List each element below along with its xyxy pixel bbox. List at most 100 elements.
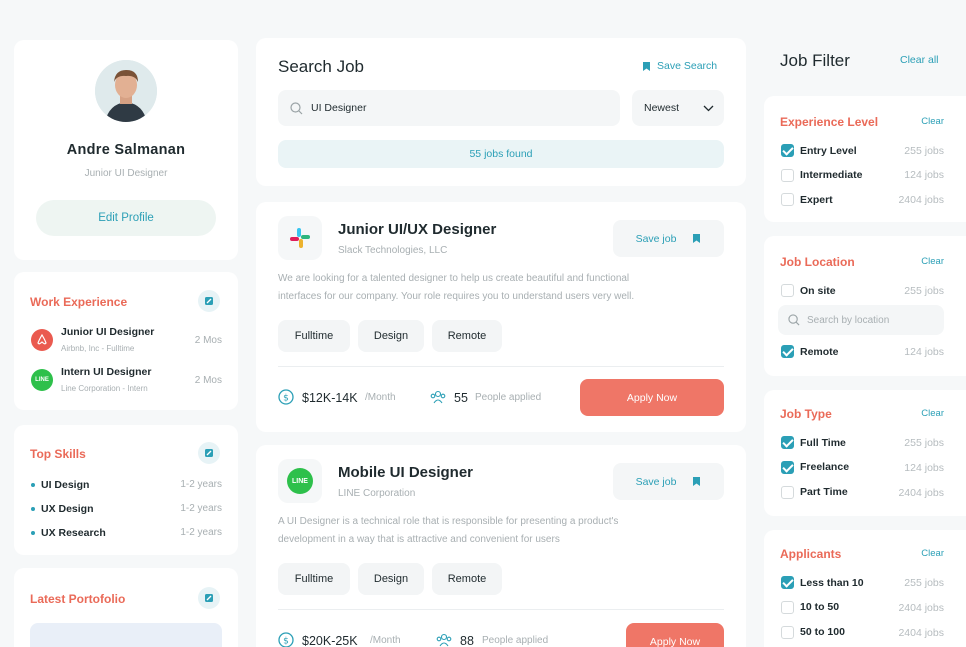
edit-icon bbox=[205, 297, 213, 305]
job-tag[interactable]: Design bbox=[358, 320, 424, 352]
work-experience-card: Work Experience Junior UI Designer Airbn… bbox=[14, 272, 238, 410]
job-tag[interactable]: Remote bbox=[432, 320, 502, 352]
job-description: We are looking for a talented designer t… bbox=[278, 273, 630, 284]
people-icon bbox=[430, 390, 446, 404]
option-label: Freelance bbox=[800, 461, 850, 473]
jobs-found-banner: 55 jobs found bbox=[278, 140, 724, 168]
job-card[interactable]: Junior UI/UX Designer Slack Technologies… bbox=[256, 202, 746, 432]
checkbox[interactable] bbox=[781, 345, 794, 358]
save-search-label: Save Search bbox=[657, 60, 718, 72]
experience-title: Intern UI Designer bbox=[61, 366, 152, 378]
clear-button[interactable]: Clear bbox=[921, 116, 944, 127]
bookmark-icon bbox=[693, 234, 701, 243]
option-count: 255 jobs bbox=[904, 145, 944, 157]
option-label: 50 to 100 bbox=[800, 626, 845, 638]
dollar-icon: $ bbox=[278, 632, 294, 647]
applied-label: People applied bbox=[482, 635, 549, 646]
dollar-icon: $ bbox=[278, 389, 294, 405]
checkbox[interactable] bbox=[781, 486, 794, 499]
applied-label: People applied bbox=[475, 392, 542, 403]
line-logo-badge: LINE bbox=[287, 468, 313, 494]
location-search-input[interactable]: Search by location bbox=[778, 305, 944, 335]
option-count: 255 jobs bbox=[904, 577, 944, 589]
skill-bullet bbox=[31, 507, 35, 511]
edit-profile-button[interactable]: Edit Profile bbox=[36, 200, 216, 236]
apply-now-button[interactable]: Apply Now bbox=[626, 623, 724, 647]
apply-now-button[interactable]: Apply Now bbox=[580, 379, 724, 416]
clear-button[interactable]: Clear bbox=[921, 408, 944, 419]
top-skills-card: Top Skills UI Design 1-2 years UX Design… bbox=[14, 425, 238, 555]
checkbox[interactable] bbox=[781, 626, 794, 639]
skill-bullet bbox=[31, 483, 35, 487]
job-description: interfaces for our company. Your role re… bbox=[278, 291, 635, 302]
experience-duration: 2 Mos bbox=[194, 335, 222, 346]
checkbox[interactable] bbox=[781, 601, 794, 614]
search-query: UI Designer bbox=[311, 102, 367, 114]
divider bbox=[278, 609, 724, 610]
line-logo: LINE bbox=[278, 459, 322, 503]
option-label: Intermediate bbox=[800, 169, 863, 181]
airbnb-logo bbox=[31, 329, 53, 351]
job-tag[interactable]: Fulltime bbox=[278, 320, 350, 352]
avatar[interactable] bbox=[95, 60, 157, 122]
clear-all-button[interactable]: Clear all bbox=[900, 54, 939, 66]
portfolio-card: Latest Portofolio bbox=[14, 568, 238, 647]
filter-section-title: Job Type bbox=[780, 407, 832, 421]
save-job-label: Save job bbox=[635, 232, 677, 245]
checkbox[interactable] bbox=[781, 576, 794, 589]
clear-button[interactable]: Clear bbox=[921, 548, 944, 559]
job-description: A UI Designer is a technical role that i… bbox=[278, 516, 619, 527]
salary-period: /Month bbox=[365, 392, 396, 403]
edit-work-experience-button[interactable] bbox=[198, 290, 220, 312]
option-label: Less than 10 bbox=[800, 577, 864, 589]
job-tag[interactable]: Fulltime bbox=[278, 563, 350, 595]
clear-button[interactable]: Clear bbox=[921, 256, 944, 267]
option-count: 124 jobs bbox=[904, 346, 944, 358]
search-icon bbox=[788, 314, 800, 326]
option-count: 2404 jobs bbox=[898, 194, 944, 206]
option-label: Full Time bbox=[800, 437, 846, 449]
job-title[interactable]: Mobile UI Designer bbox=[338, 464, 473, 481]
search-input[interactable]: UI Designer bbox=[278, 90, 620, 126]
sort-value: Newest bbox=[644, 102, 680, 114]
checkbox[interactable] bbox=[781, 144, 794, 157]
line-logo: LINE bbox=[31, 369, 53, 391]
sort-select[interactable]: Newest bbox=[632, 90, 724, 126]
option-count: 2404 jobs bbox=[898, 627, 944, 639]
chevron-down-icon bbox=[703, 105, 714, 111]
slack-logo bbox=[278, 216, 322, 260]
checkbox[interactable] bbox=[781, 436, 794, 449]
portfolio-title: Latest Portofolio bbox=[30, 592, 126, 606]
job-tag[interactable]: Design bbox=[358, 563, 424, 595]
job-tag[interactable]: Remote bbox=[432, 563, 502, 595]
option-count: 2404 jobs bbox=[898, 487, 944, 499]
bookmark-icon bbox=[643, 61, 650, 71]
filter-section-title: Experience Level bbox=[780, 115, 879, 129]
save-job-label: Save job bbox=[635, 475, 677, 488]
salary-period: /Month bbox=[370, 635, 401, 646]
applied-count: 88 bbox=[460, 634, 474, 647]
job-title[interactable]: Junior UI/UX Designer bbox=[338, 221, 496, 238]
save-job-button[interactable]: Save job bbox=[613, 463, 724, 500]
edit-skills-button[interactable] bbox=[198, 442, 220, 464]
filter-section-title: Applicants bbox=[780, 547, 842, 561]
checkbox[interactable] bbox=[781, 461, 794, 474]
job-company: LINE Corporation bbox=[338, 488, 416, 499]
profile-name: Andre Salmanan bbox=[66, 142, 186, 158]
job-card[interactable]: LINE Mobile UI Designer LINE Corporation… bbox=[256, 445, 746, 647]
job-salary: $12K-14K bbox=[302, 391, 358, 405]
option-count: 2404 jobs bbox=[898, 602, 944, 614]
divider bbox=[278, 366, 724, 367]
checkbox[interactable] bbox=[781, 284, 794, 297]
edit-portfolio-button[interactable] bbox=[198, 587, 220, 609]
save-search-button[interactable]: Save Search bbox=[642, 60, 717, 72]
option-count: 255 jobs bbox=[904, 285, 944, 297]
skill-bullet bbox=[31, 531, 35, 535]
checkbox[interactable] bbox=[781, 169, 794, 182]
checkbox[interactable] bbox=[781, 193, 794, 206]
portfolio-thumbnail[interactable] bbox=[30, 623, 222, 647]
applied-count: 55 bbox=[454, 391, 468, 405]
job-filter-title: Job Filter bbox=[780, 51, 850, 70]
save-job-button[interactable]: Save job bbox=[613, 220, 724, 257]
option-count: 124 jobs bbox=[904, 169, 944, 181]
